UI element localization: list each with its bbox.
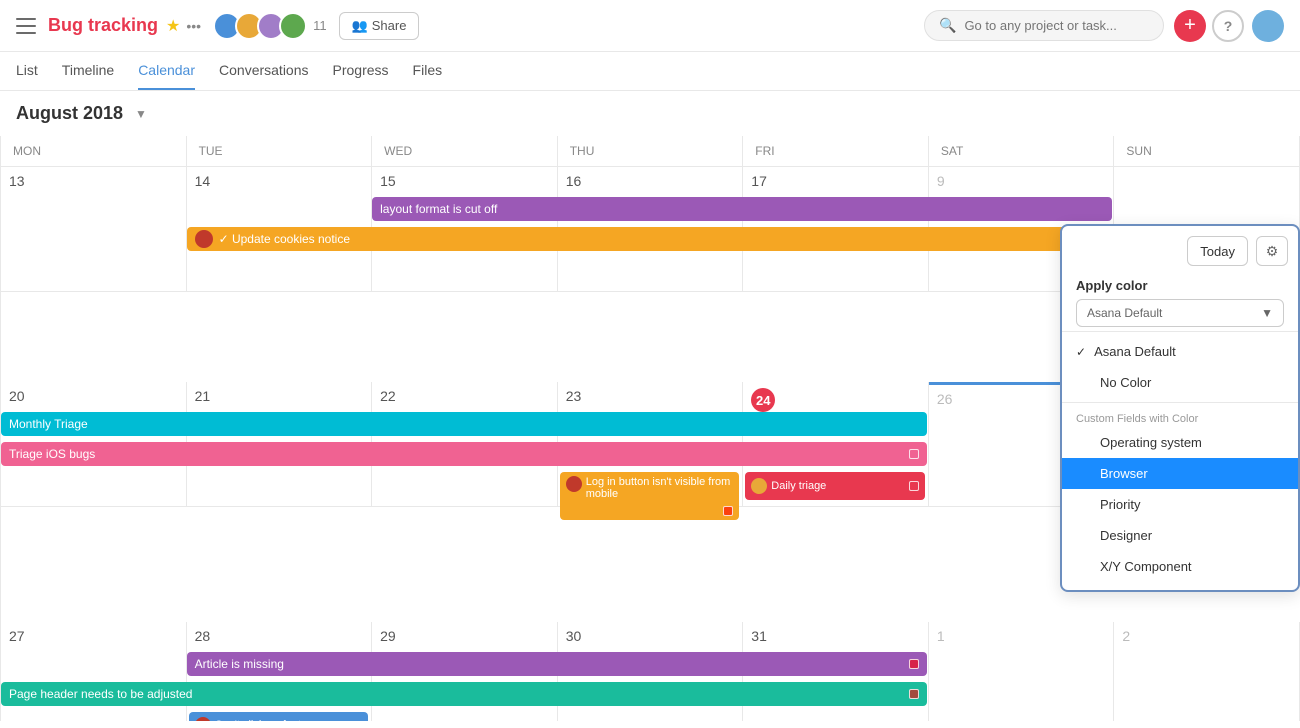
day-number: 27 bbox=[9, 628, 178, 644]
calendar-wrapper: Mon Tue Wed Thu Fri Sat Sun 13 14 15 16 … bbox=[0, 136, 1300, 721]
divider bbox=[1062, 331, 1298, 332]
day-number: 22 bbox=[380, 388, 549, 404]
tab-conversations[interactable]: Conversations bbox=[219, 52, 309, 90]
day-cell-27: 27 bbox=[1, 622, 187, 721]
month-title: August 2018 bbox=[16, 103, 123, 124]
today-button[interactable]: Today bbox=[1187, 236, 1248, 266]
event-login-button[interactable]: Log in button isn't visible from mobile bbox=[560, 472, 740, 520]
week-row-3: 27 28 29 30 31 1 2 Artic bbox=[0, 622, 1300, 721]
event-triage-ios[interactable]: Triage iOS bugs bbox=[1, 442, 927, 466]
search-bar[interactable]: 🔍 bbox=[924, 10, 1164, 41]
star-icon[interactable]: ★ bbox=[166, 16, 180, 36]
tab-files[interactable]: Files bbox=[413, 52, 443, 90]
month-dropdown-icon[interactable]: ▼ bbox=[135, 107, 147, 121]
color-dropdown-panel: Today ⚙ Apply color Asana Default ▼ ✓ As… bbox=[1060, 224, 1300, 592]
user-avatar[interactable] bbox=[1252, 10, 1284, 42]
tab-calendar[interactable]: Calendar bbox=[138, 52, 195, 90]
search-input[interactable] bbox=[964, 18, 1149, 33]
day-header-mon: Mon bbox=[1, 136, 187, 167]
more-options-icon[interactable]: ••• bbox=[186, 18, 201, 34]
option-xy-component[interactable]: X/Y Component bbox=[1062, 551, 1298, 582]
divider bbox=[1062, 402, 1298, 403]
tab-timeline[interactable]: Timeline bbox=[62, 52, 114, 90]
section-label-custom: Custom Fields with Color bbox=[1062, 407, 1298, 427]
event-update-cookies[interactable]: ✓ Update cookies notice bbox=[187, 227, 1113, 251]
option-label: No Color bbox=[1100, 375, 1151, 390]
selected-value: Asana Default bbox=[1087, 306, 1162, 320]
event-cant-click-footer[interactable]: Can't click on footer bbox=[189, 712, 369, 721]
day-number: 16 bbox=[566, 173, 735, 189]
day-header-thu: Thu bbox=[558, 136, 744, 167]
option-label: X/Y Component bbox=[1100, 559, 1192, 574]
day-number: 28 bbox=[195, 628, 364, 644]
day-cell-sep1: 1 bbox=[929, 622, 1115, 721]
option-asana-default[interactable]: ✓ Asana Default bbox=[1062, 336, 1298, 367]
event-article-missing[interactable]: Article is missing bbox=[187, 652, 927, 676]
top-bar: Bug tracking ★ ••• 11 👥 Share 🔍 + ? bbox=[0, 0, 1300, 52]
today-indicator: 24 bbox=[751, 388, 775, 412]
apply-color-label: Apply color bbox=[1062, 266, 1298, 299]
day-number: 20 bbox=[9, 388, 178, 404]
option-label: Priority bbox=[1100, 497, 1140, 512]
project-title: Bug tracking bbox=[48, 15, 158, 36]
avatar-group bbox=[213, 12, 307, 40]
day-number: 30 bbox=[566, 628, 735, 644]
calendar-header: August 2018 ▼ bbox=[0, 91, 1300, 136]
day-number: 1 bbox=[937, 628, 1106, 644]
color-select[interactable]: Asana Default ▼ bbox=[1076, 299, 1284, 327]
nav-tabs: List Timeline Calendar Conversations Pro… bbox=[0, 52, 1300, 91]
share-icon: 👥 bbox=[352, 18, 368, 34]
day-number: 14 bbox=[195, 173, 364, 189]
option-label: Browser bbox=[1100, 466, 1148, 481]
day-number: 15 bbox=[380, 173, 549, 189]
check-icon: ✓ bbox=[1076, 345, 1086, 359]
option-designer[interactable]: Designer bbox=[1062, 520, 1298, 551]
option-operating-system[interactable]: Operating system bbox=[1062, 427, 1298, 458]
tab-list[interactable]: List bbox=[16, 52, 38, 90]
day-header-wed: Wed bbox=[372, 136, 558, 167]
day-number: 29 bbox=[380, 628, 549, 644]
day-header-sun: Sun bbox=[1114, 136, 1300, 167]
day-header-sat: Sat bbox=[929, 136, 1115, 167]
share-button[interactable]: 👥 Share bbox=[339, 12, 420, 40]
panel-controls: Today ⚙ bbox=[1062, 226, 1298, 266]
day-headers: Mon Tue Wed Thu Fri Sat Sun bbox=[0, 136, 1300, 167]
option-no-color[interactable]: No Color bbox=[1062, 367, 1298, 398]
option-browser[interactable]: Browser bbox=[1062, 458, 1298, 489]
day-cell-13: 13 bbox=[1, 167, 187, 292]
help-button[interactable]: ? bbox=[1212, 10, 1244, 42]
day-number: 2 bbox=[1122, 628, 1291, 644]
event-daily-triage[interactable]: Daily triage bbox=[745, 472, 925, 500]
filter-button[interactable]: ⚙ bbox=[1256, 236, 1288, 266]
tab-progress[interactable]: Progress bbox=[333, 52, 389, 90]
event-page-header[interactable]: Page header needs to be adjusted bbox=[1, 682, 927, 706]
day-number: 9 bbox=[937, 173, 1106, 189]
hamburger-menu[interactable] bbox=[16, 18, 36, 34]
dropdown-arrow-icon: ▼ bbox=[1261, 306, 1273, 320]
avatar bbox=[279, 12, 307, 40]
day-header-fri: Fri bbox=[743, 136, 929, 167]
day-number: 31 bbox=[751, 628, 920, 644]
search-icon: 🔍 bbox=[939, 17, 956, 34]
day-number: 23 bbox=[566, 388, 735, 404]
option-label: Designer bbox=[1100, 528, 1152, 543]
add-button[interactable]: + bbox=[1174, 10, 1206, 42]
option-label: Operating system bbox=[1100, 435, 1202, 450]
day-number: 17 bbox=[751, 173, 920, 189]
day-number: 21 bbox=[195, 388, 364, 404]
member-count: 11 bbox=[313, 18, 327, 33]
option-priority[interactable]: Priority bbox=[1062, 489, 1298, 520]
day-header-tue: Tue bbox=[187, 136, 373, 167]
event-layout-format[interactable]: layout format is cut off bbox=[372, 197, 1112, 221]
event-monthly-triage[interactable]: Monthly Triage bbox=[1, 412, 927, 436]
day-cell-sep2: 2 bbox=[1114, 622, 1300, 721]
day-number: 13 bbox=[9, 173, 178, 189]
option-label: Asana Default bbox=[1094, 344, 1176, 359]
